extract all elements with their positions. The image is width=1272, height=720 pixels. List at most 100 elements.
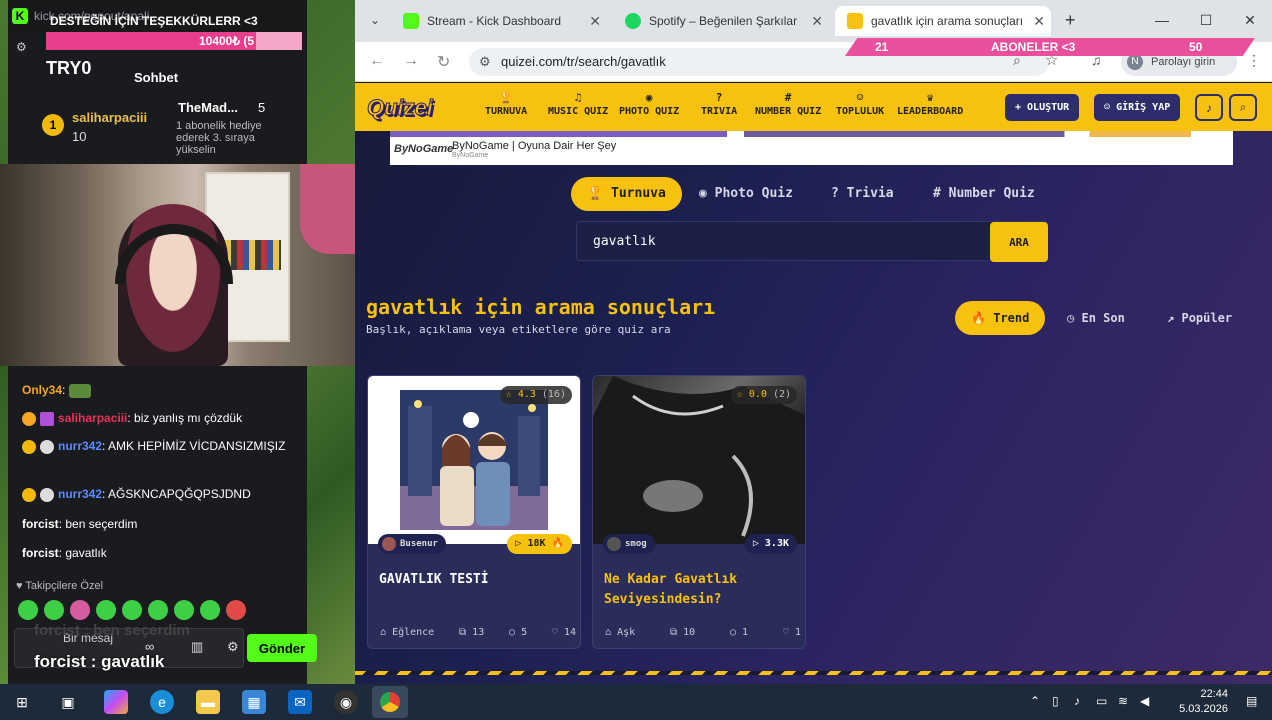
tab-spotify[interactable]: Spotify – Beğenilen Şarkılar ✕ bbox=[613, 6, 829, 36]
gift-icon[interactable]: ▥ bbox=[191, 639, 203, 655]
outlook-icon[interactable]: ✉ bbox=[288, 690, 312, 714]
pink-object bbox=[300, 164, 355, 254]
obs-icon[interactable]: ◉ bbox=[334, 690, 358, 714]
leader-count-1: 10 bbox=[72, 129, 87, 144]
author-badge[interactable]: smog bbox=[603, 534, 655, 554]
clock-date: 5.03.2026 bbox=[1179, 703, 1228, 715]
edge-icon[interactable]: e bbox=[150, 690, 174, 714]
plays-badge: ▷ 3.3K bbox=[744, 534, 797, 554]
heart-icon: ♡ bbox=[782, 627, 789, 638]
sort-en-son[interactable]: ◷ En Son bbox=[1051, 301, 1141, 335]
sub-current: 21 bbox=[875, 40, 889, 54]
chat-username[interactable]: saliharpaciii bbox=[58, 411, 127, 425]
sort-trend[interactable]: 🔥 Trend bbox=[955, 301, 1046, 335]
search-icon[interactable]: ⌕ bbox=[1229, 94, 1257, 121]
kick-favicon-icon bbox=[403, 13, 419, 29]
create-button[interactable]: + OLUŞTUR bbox=[1005, 94, 1080, 121]
maximize-icon[interactable]: ☐ bbox=[1184, 0, 1228, 40]
chrome-icon[interactable] bbox=[372, 686, 408, 718]
quiz-card[interactable]: ☆ 0.0 (2) smog ▷ 3.3K Ne Kadar Gavatlık … bbox=[592, 375, 806, 649]
emote-icon[interactable] bbox=[174, 600, 194, 620]
chat-username[interactable]: forcist bbox=[22, 546, 59, 560]
ad-banner[interactable]: ByNoGame ByNoGame | Oyuna Dair Her Şey B… bbox=[390, 131, 1233, 165]
nav-photo-quiz[interactable]: ◉ PHOTO QUIZ bbox=[619, 91, 679, 117]
wifi-icon[interactable]: ≋ bbox=[1118, 694, 1128, 708]
sub-label: ABONELER <3 bbox=[991, 40, 1076, 54]
leader-user-2[interactable]: TheMad... bbox=[178, 100, 238, 115]
plays-badge: ▷ 18K 🔥 bbox=[507, 534, 572, 554]
site-info-icon[interactable]: ⚙ bbox=[479, 48, 491, 76]
login-button[interactable]: ☺ GİRİŞ YAP bbox=[1094, 94, 1181, 121]
chat-message: Only34: bbox=[22, 380, 292, 400]
search-button[interactable]: ARA bbox=[990, 222, 1048, 262]
task-view-icon[interactable]: ▣ bbox=[56, 690, 80, 714]
close-icon[interactable]: ✕ bbox=[1033, 13, 1045, 30]
notification-icon[interactable]: ▤ bbox=[1246, 694, 1257, 708]
like-count[interactable]: ♡ 14 bbox=[552, 627, 576, 638]
chat-username[interactable]: nurr342 bbox=[58, 487, 102, 501]
author-badge[interactable]: Busenur bbox=[378, 534, 446, 554]
emote-icon[interactable] bbox=[44, 600, 64, 620]
nav-number-quiz[interactable]: # NUMBER QUIZ bbox=[755, 91, 821, 117]
file-explorer-icon[interactable]: ▬ bbox=[196, 690, 220, 714]
quiz-search-input[interactable]: gavatlık ARA bbox=[576, 221, 1048, 262]
nav-leaderboard[interactable]: ♛ LEADERBOARD bbox=[897, 91, 963, 117]
forward-icon[interactable]: → bbox=[403, 52, 419, 70]
close-icon[interactable]: ✕ bbox=[811, 13, 823, 30]
device-icon[interactable]: ▯ bbox=[1052, 694, 1059, 708]
nav-music-quiz[interactable]: ♫ MUSIC QUIZ bbox=[548, 91, 608, 117]
chat-text: biz yanlış mı çözdük bbox=[134, 411, 243, 425]
chat-username[interactable]: forcist bbox=[22, 517, 59, 531]
chat-username[interactable]: Only34 bbox=[22, 383, 62, 397]
emote-icon[interactable] bbox=[18, 600, 38, 620]
menu-icon[interactable]: ⋮ bbox=[1247, 52, 1261, 69]
close-window-icon[interactable]: ✕ bbox=[1228, 0, 1272, 40]
chat-settings-icon[interactable]: ⚙ bbox=[16, 40, 30, 54]
tab-trivia[interactable]: ? Trivia bbox=[815, 177, 910, 211]
leader-user-1[interactable]: saliharpaciii bbox=[72, 110, 147, 125]
quizei-logo[interactable]: Quizei bbox=[366, 95, 433, 121]
like-count[interactable]: ♡ 1 bbox=[783, 627, 801, 638]
sort-populer[interactable]: ↗ Popüler bbox=[1151, 301, 1248, 335]
tab-quizei-search[interactable]: gavatlık için arama sonuçları - Q ✕ bbox=[835, 6, 1051, 36]
start-icon[interactable]: ⊞ bbox=[10, 690, 34, 714]
bell-icon[interactable]: ♪ bbox=[1195, 94, 1223, 121]
tab-turnuva[interactable]: 🏆 Turnuva bbox=[571, 177, 682, 211]
chat-username[interactable]: nurr342 bbox=[58, 439, 102, 453]
site-navbar: Quizei 🏆 TURNUVA ♫ MUSIC QUIZ ◉ PHOTO QUIZ … bbox=[355, 83, 1272, 131]
clock[interactable]: 22:44 5.03.2026 bbox=[1179, 687, 1228, 717]
emote-icon[interactable] bbox=[148, 600, 168, 620]
tab-number-quiz[interactable]: # Number Quiz bbox=[917, 177, 1051, 211]
new-tab-icon[interactable]: + bbox=[1065, 10, 1076, 31]
emote-icon[interactable] bbox=[70, 600, 90, 620]
tab-kick-dashboard[interactable]: Stream - Kick Dashboard ✕ bbox=[391, 6, 607, 36]
emote-icon[interactable] bbox=[96, 600, 116, 620]
back-icon[interactable]: ← bbox=[369, 52, 385, 70]
close-icon[interactable]: ✕ bbox=[589, 13, 601, 30]
copy-icon: ⧉ bbox=[669, 627, 678, 638]
emote-icon[interactable] bbox=[122, 600, 142, 620]
emote-icon bbox=[68, 383, 91, 398]
minimize-icon[interactable]: — bbox=[1140, 0, 1184, 40]
emote-icon[interactable] bbox=[200, 600, 220, 620]
tab-photo-quiz[interactable]: ◉ Photo Quiz bbox=[683, 177, 809, 211]
send-button[interactable]: Gönder bbox=[247, 634, 317, 662]
star-icon: ☆ bbox=[505, 389, 512, 400]
chevron-up-icon[interactable]: ⌃ bbox=[1030, 694, 1040, 708]
quiz-title[interactable]: GAVATLIK TESTİ bbox=[379, 570, 575, 590]
emote-icon[interactable] bbox=[226, 600, 246, 620]
copilot-icon[interactable] bbox=[104, 690, 128, 714]
nav-topluluk[interactable]: ☺ TOPLULUK bbox=[836, 91, 884, 117]
nav-turnuva[interactable]: 🏆 TURNUVA bbox=[485, 91, 527, 117]
store-icon[interactable]: ▦ bbox=[242, 690, 266, 714]
settings-icon[interactable]: ⚙ bbox=[227, 639, 239, 655]
nav-trivia[interactable]: ? TRIVIA bbox=[701, 91, 737, 117]
chat-text: AĞSKNCAPQĞQPSJDND bbox=[108, 487, 251, 501]
tab-search-icon[interactable]: ⌄ bbox=[363, 8, 387, 32]
quiz-title[interactable]: Ne Kadar Gavatlık Seviyesindesin? bbox=[604, 570, 800, 610]
quiz-card[interactable]: ☆ 4.3 (16) Busenur ▷ 18K 🔥 GAVATLIK TEST… bbox=[367, 375, 581, 649]
reload-icon[interactable]: ↻ bbox=[437, 52, 450, 72]
volume-icon[interactable]: ◀ bbox=[1140, 694, 1149, 708]
battery-icon[interactable]: ▭ bbox=[1096, 694, 1107, 708]
microphone-icon[interactable]: ♪ bbox=[1074, 694, 1080, 708]
